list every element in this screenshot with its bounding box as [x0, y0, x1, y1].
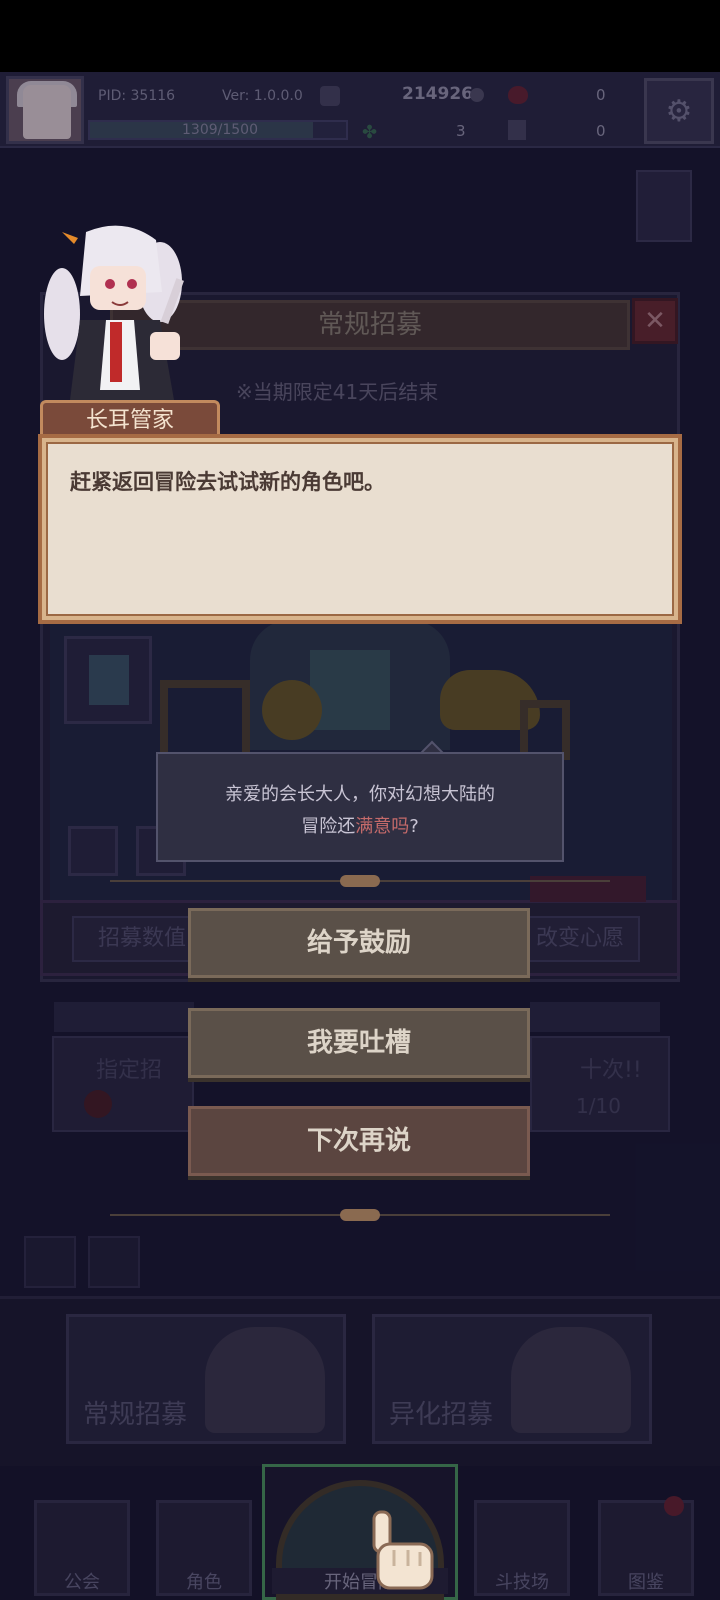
question-line-2-suffix: ?: [409, 816, 419, 837]
question-highlight: 满意吗: [355, 816, 410, 837]
divider-bottom-ornament: [340, 1209, 380, 1221]
question-line-1: 亲爱的会长大人，你对幻想大陆的: [225, 784, 495, 805]
dialogue-box[interactable]: 赶紧返回冒险去试试新的角色吧。: [38, 434, 682, 624]
question-box: [156, 752, 564, 862]
dialogue-text: 赶紧返回冒险去试试新的角色吧。: [70, 470, 385, 494]
choice-encourage-button[interactable]: 给予鼓励: [188, 908, 530, 978]
game-screen: PID: 35116 Ver: 1.0.0.0 214926 0 1309/15…: [0, 0, 720, 1600]
pointing-hand-icon: [372, 1510, 434, 1590]
choice-complain-button[interactable]: 我要吐槽: [188, 1008, 530, 1078]
question-line-2: 冒险还满意吗?: [156, 812, 564, 838]
status-bar: [0, 0, 720, 72]
npc-portrait: [44, 225, 184, 400]
divider-top-ornament: [340, 875, 380, 887]
question-line-2-prefix: 冒险还: [301, 816, 356, 837]
choice-later-button[interactable]: 下次再说: [188, 1106, 530, 1176]
